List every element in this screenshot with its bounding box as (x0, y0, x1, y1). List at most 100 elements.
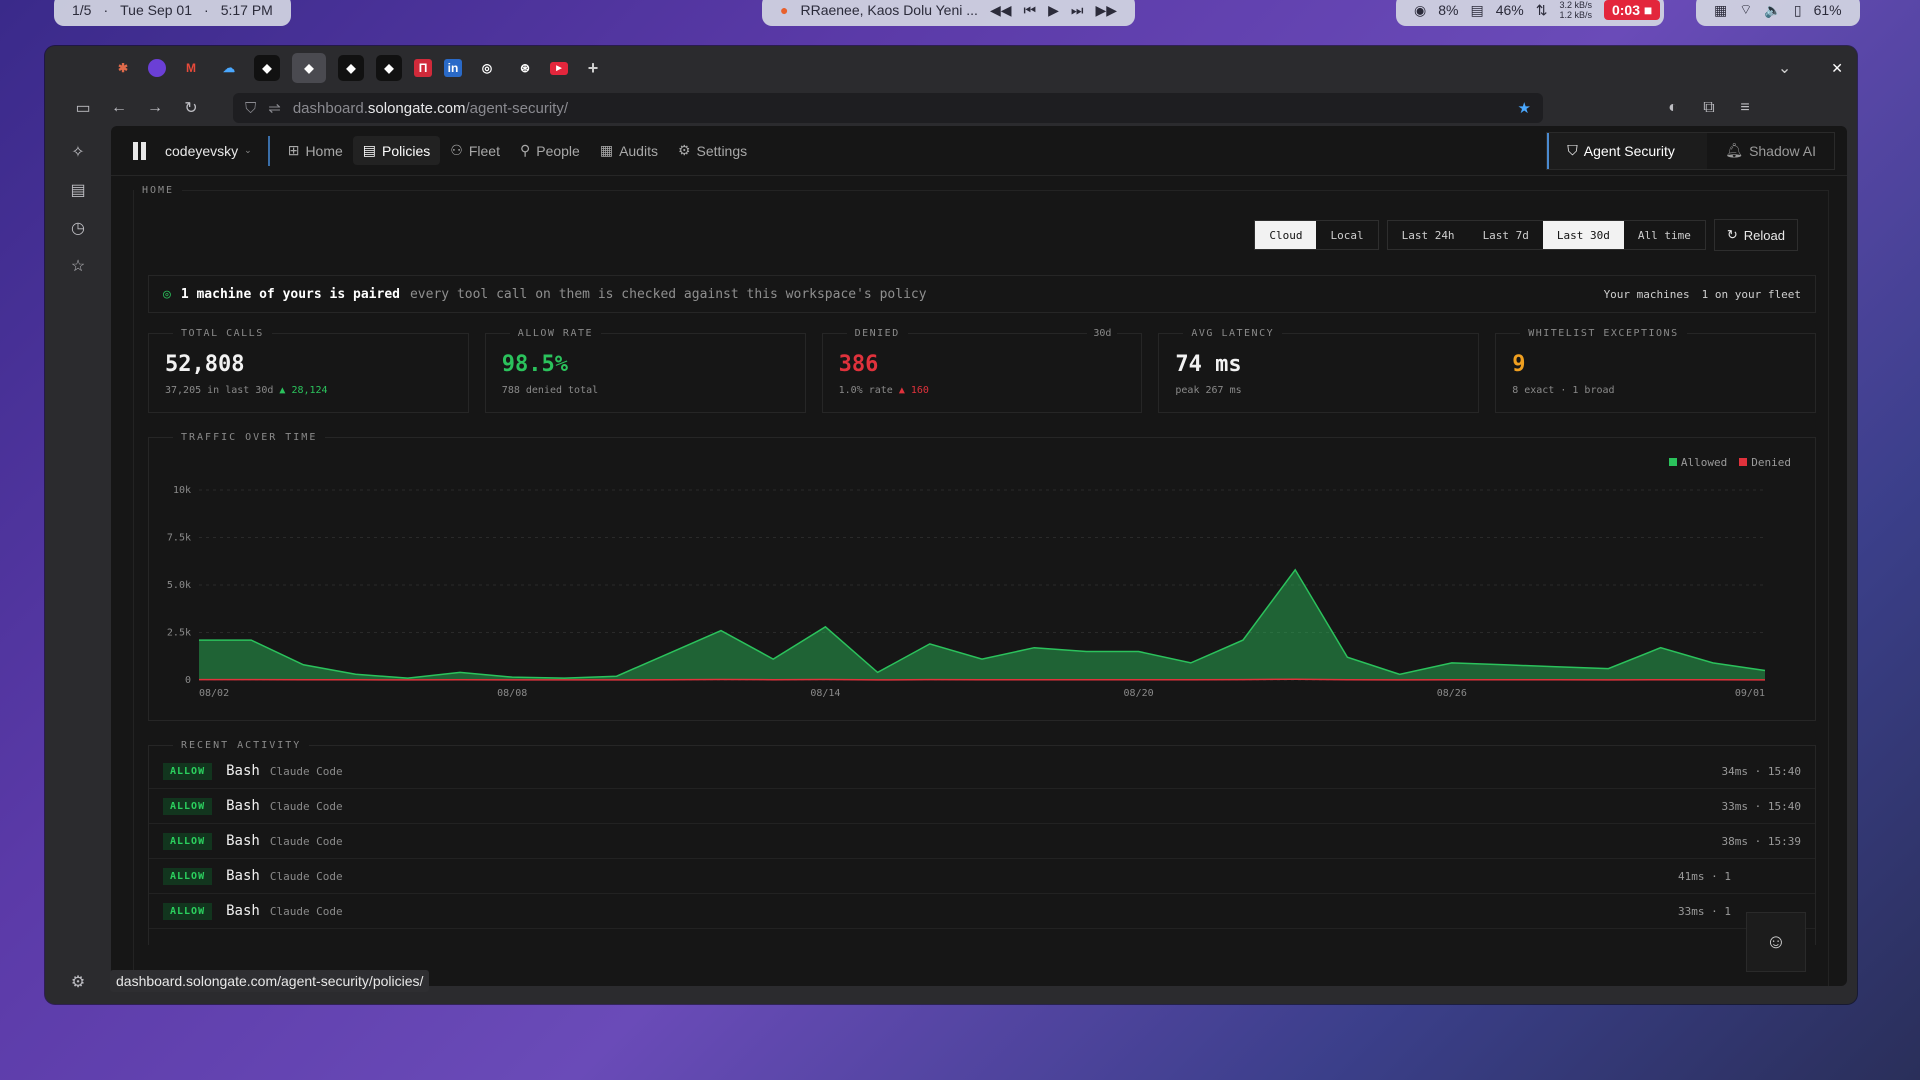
your-machines-link[interactable]: Your machines (1604, 288, 1690, 301)
shadow-ai-tab[interactable]: 🔔︎ Shadow AI (1707, 133, 1834, 169)
firefox-icon: ● (780, 2, 789, 18)
grid-icon[interactable]: ▦ (1714, 2, 1727, 19)
close-window-icon[interactable]: ✕ (1831, 60, 1843, 77)
list-item[interactable]: ALLOW Bash Claude Code 33ms · 15:40 (149, 789, 1815, 824)
tab-cloud[interactable]: ☁ (216, 55, 242, 81)
address-row: ▭ ← → ↻ ⛉ ⇌ dashboard.solongate.com/agen… (45, 90, 1857, 126)
tab-chatgpt[interactable]: ⊛ (512, 55, 538, 81)
filter-bar: Cloud Local Last 24h Last 7d Last 30d Al… (1254, 219, 1798, 251)
reload-button[interactable]: ↻ Reload (1713, 219, 1798, 251)
kpi-denied: DENIED 30d 386 1.0% rate ▲ 160 (821, 328, 1143, 413)
media-title: RRaenee, Kaos Dolu Yeni ... (800, 2, 978, 18)
battery-label: 61% (1813, 2, 1842, 18)
list-item[interactable]: ALLOW Bash Claude Code 34ms · 15:40 (149, 754, 1815, 789)
library-icon[interactable]: ▤ (70, 180, 85, 200)
refresh-icon: ↻ (1726, 227, 1738, 242)
tab-youtube[interactable]: ▶ (550, 61, 568, 75)
bookmark-star-icon[interactable]: ★ (1518, 99, 1531, 117)
range-all[interactable]: All time (1624, 221, 1705, 249)
tab-notion-3[interactable]: ◆ (376, 55, 402, 81)
site-settings-icon[interactable]: ⇌ (268, 99, 281, 117)
wifi-icon[interactable]: ⌔ (1739, 1, 1752, 19)
menu-icon[interactable]: ≡ (1737, 99, 1753, 117)
web-page: codeyevsky ⌄ ⊞ Home ▤ Policies ⚇ Fleet ⚲ Peo… (111, 126, 1847, 986)
workspace-indicator[interactable]: 1/5 (72, 2, 91, 18)
tab-bar: ✱ M ☁ ◆ ◆ ◆ ◆ П in ◎ ⊛ ▶ + ⌄ ✕ (45, 46, 1857, 90)
tab-solongate[interactable]: ◆ (292, 53, 326, 83)
recording-indicator[interactable]: 0:03 ■ (1603, 0, 1661, 20)
tab-notion-1[interactable]: ◆ (254, 55, 280, 81)
bell-icon: 🔔︎ (1725, 142, 1744, 158)
y-tick-label: 5.0k (167, 580, 191, 591)
list-item[interactable]: ALLOW Bash Claude Code 41ms · 1 (149, 859, 1815, 894)
tab-notion-2[interactable]: ◆ (338, 55, 364, 81)
range-24h[interactable]: Last 24h (1388, 221, 1469, 249)
x-tick-label: 08/26 (1437, 688, 1467, 699)
extensions-icon[interactable]: ⧉ (1701, 99, 1717, 117)
decision-badge: ALLOW (163, 762, 213, 780)
battery-icon[interactable]: ▯ (1794, 2, 1802, 19)
paired-title: 1 machine of yours is paired (180, 286, 400, 302)
home-section-label: HOME (134, 185, 183, 196)
sidebar-toggle-icon[interactable]: ▭ (75, 98, 91, 118)
previous-icon[interactable]: ⏮ (1023, 2, 1036, 19)
media-pill[interactable]: ● RRaenee, Kaos Dolu Yeni ... ◀◀ ⏮ ▶ ⏭ ▶… (762, 0, 1136, 26)
forward-icon[interactable]: → (147, 99, 163, 117)
next-icon[interactable]: ⏭ (1071, 2, 1084, 19)
nav-audits[interactable]: ▦ Audits (590, 136, 668, 165)
play-icon[interactable]: ▶ (1048, 2, 1059, 19)
nav-home[interactable]: ⊞ Home (278, 136, 353, 165)
range-7d[interactable]: Last 7d (1469, 221, 1543, 249)
nav-policies[interactable]: ▤ Policies (352, 136, 441, 165)
workspace-switcher[interactable]: codeyevsky ⌄ (165, 143, 252, 159)
tab-red-app[interactable]: П (414, 59, 432, 77)
volume-icon[interactable]: 🔈 (1764, 2, 1781, 19)
account-icon[interactable]: ◐ (1665, 99, 1681, 117)
list-item[interactable]: ALLOW Bash Claude Code 33ms · 1 (149, 894, 1815, 929)
net-down-label: 1.2 kB/s (1559, 10, 1592, 20)
range-30d[interactable]: Last 30d (1542, 221, 1624, 249)
agent-security-tab[interactable]: ⛉ Agent Security (1547, 132, 1708, 169)
kpi-avg-latency: AVG LATENCY 74 ms peak 267 ms (1158, 328, 1480, 413)
fast-forward-icon[interactable]: ▶▶ (1095, 2, 1117, 19)
traffic-chart-svg[interactable]: 0 2.5k 5.0k 7.5k 10k 08/02 08/08 08/14 08/20 08/2… (149, 438, 1793, 722)
back-icon[interactable]: ← (111, 99, 127, 117)
ai-sparkle-icon[interactable]: ✧ (71, 142, 84, 162)
tab-gmail[interactable]: M (178, 55, 204, 81)
nav-settings[interactable]: ⚙ Settings (668, 136, 757, 165)
reload-page-icon[interactable]: ↻ (183, 98, 199, 118)
memory-icon: ▤ (1470, 1, 1484, 18)
tab-linkedin[interactable]: in (444, 59, 462, 77)
history-icon[interactable]: ◷ (71, 218, 85, 238)
nav-people[interactable]: ⚲ People (510, 136, 590, 165)
gear-icon: ⚙ (677, 142, 691, 158)
kpi-value: 74 ms (1175, 352, 1242, 377)
fleet-count[interactable]: 1 on your fleet (1702, 288, 1801, 301)
tab-github[interactable]: ◎ (474, 55, 500, 81)
source-local[interactable]: Local (1316, 221, 1377, 249)
y-tick-label: 10k (173, 485, 191, 496)
rewind-icon[interactable]: ◀◀ (990, 2, 1012, 19)
help-chat-button[interactable]: ☺ (1746, 912, 1806, 972)
nav-fleet[interactable]: ⚇ Fleet (440, 136, 510, 165)
solongate-logo[interactable] (129, 141, 149, 161)
sidebar-settings-icon[interactable]: ⚙ (71, 972, 85, 992)
decision-badge: ALLOW (163, 867, 213, 885)
url-bar[interactable]: ⛉ ⇌ dashboard.solongate.com/agent-securi… (233, 93, 1543, 123)
source-cloud[interactable]: Cloud (1255, 221, 1317, 249)
bookmarks-icon[interactable]: ☆ (71, 256, 85, 276)
home-section: HOME Cloud Local Last 24h Last 7d Last 3… (133, 185, 1829, 986)
browser-window: ✱ M ☁ ◆ ◆ ◆ ◆ П in ◎ ⊛ ▶ + ⌄ ✕ ▭ ← → ↻ ⛉… (45, 46, 1857, 1004)
tab-list-icon[interactable]: ⌄ (1778, 58, 1791, 78)
kpi-whitelist-exceptions: WHITELIST EXCEPTIONS 9 8 exact · 1 broad (1495, 328, 1816, 413)
tab-claude[interactable]: ✱ (110, 55, 136, 81)
kpi-value: 52,808 (165, 352, 245, 377)
tab-proton[interactable] (148, 59, 166, 77)
document-icon: ▤ (362, 142, 377, 158)
tray-pill: ▦ ⌔ 🔈 ▯ 61% (1696, 0, 1860, 26)
range-toggle: Last 24h Last 7d Last 30d All time (1386, 220, 1706, 250)
x-tick-label: 08/02 (199, 688, 229, 699)
shield-icon[interactable]: ⛉ (245, 100, 256, 117)
new-tab-button[interactable]: + (580, 55, 606, 81)
list-item[interactable]: ALLOW Bash Claude Code 38ms · 15:39 (149, 824, 1815, 859)
